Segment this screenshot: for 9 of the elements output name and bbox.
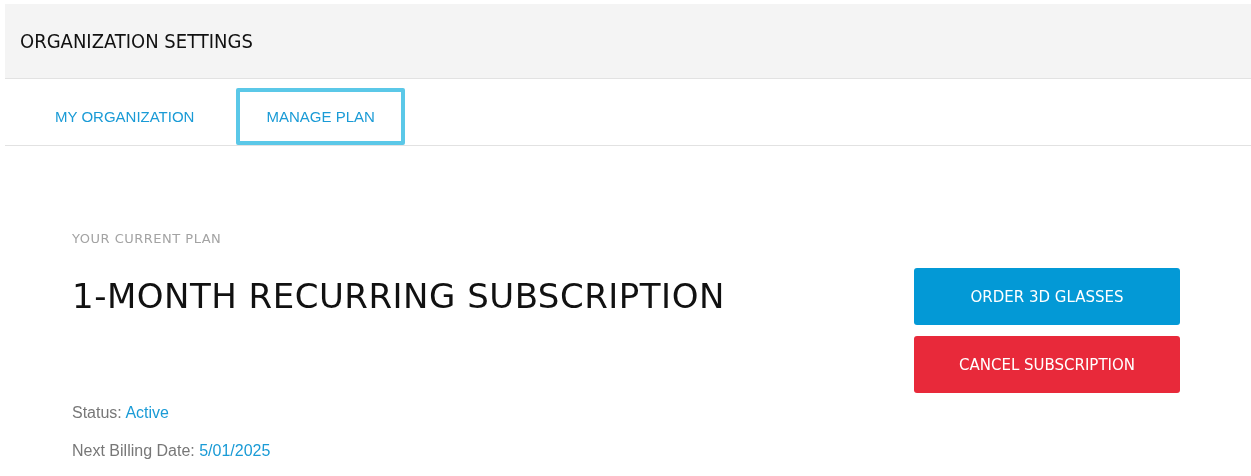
tab[interactable]: MANAGE PLAN bbox=[236, 88, 405, 145]
plan-detail: Status: Active bbox=[72, 404, 170, 422]
tab[interactable]: MY ORGANIZATION bbox=[33, 88, 217, 145]
section-caption: YOUR CURRENT PLAN bbox=[72, 231, 223, 246]
plan-detail: Next Billing Date: 5/01/2025 bbox=[72, 442, 272, 460]
plan-name: 1-MONTH RECURRING SUBSCRIPTION bbox=[72, 276, 725, 316]
page-title: ORGANIZATION SETTINGS bbox=[20, 29, 253, 53]
order-button[interactable]: ORDER 3D GLASSES bbox=[914, 268, 1180, 325]
cancel-button[interactable]: CANCEL SUBSCRIPTION bbox=[914, 336, 1180, 393]
